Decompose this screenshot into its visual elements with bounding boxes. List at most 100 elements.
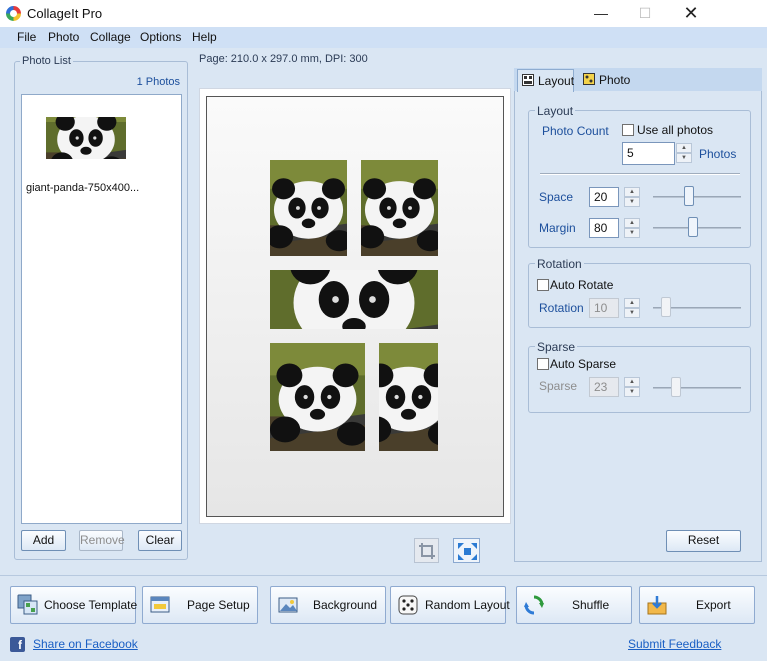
spin-down-icon[interactable]: ▼ [676,153,692,163]
rotation-spinner[interactable]: ▲ ▼ [624,298,640,318]
fit-page-button[interactable] [453,538,480,563]
menu-collage[interactable]: Collage [90,30,131,44]
rotation-input[interactable]: 10 [589,298,619,318]
export-label: Export [696,598,731,612]
photo-count-input[interactable]: 5 [622,142,675,165]
export-icon [647,596,667,615]
maximize-button[interactable]: ☐ [622,0,668,27]
rotation-group-title: Rotation [535,257,584,271]
panda-image [270,343,365,451]
add-button[interactable]: Add [21,530,66,551]
sparse-input[interactable]: 23 [589,377,619,397]
layout-icon [522,74,534,86]
photo-icon [583,73,595,85]
panda-image [270,160,347,256]
auto-rotate-label: Auto Rotate [550,278,614,292]
sparse-spinner[interactable]: ▲ ▼ [624,377,640,397]
collage-photo[interactable] [270,160,347,256]
toolbar-divider [0,575,767,576]
spin-down-icon[interactable]: ▼ [624,197,640,207]
auto-sparse-label: Auto Sparse [550,357,617,371]
sparse-slider[interactable] [653,387,741,389]
page-setup-icon [150,596,170,613]
page-info: Page: 210.0 x 297.0 mm, DPI: 300 [199,53,368,65]
crop-button[interactable] [414,538,439,563]
collage-photo[interactable] [270,343,365,451]
tab-photo-label: Photo [599,73,631,87]
collage-photo[interactable] [361,160,438,256]
dice-icon [398,595,418,615]
expand-icon [458,543,477,560]
spin-up-icon[interactable]: ▲ [676,143,692,153]
auto-sparse-checkbox[interactable] [537,358,549,370]
space-slider[interactable] [653,196,741,198]
submit-feedback-link[interactable]: Submit Feedback [628,637,721,651]
menu-options[interactable]: Options [140,30,181,44]
panda-image [379,343,438,451]
use-all-photos-label: Use all photos [637,123,714,137]
collage-photo[interactable] [379,343,438,451]
spin-down-icon[interactable]: ▼ [624,228,640,238]
panda-image [361,160,438,256]
menu-file[interactable]: File [17,30,36,44]
app-icon [6,6,21,21]
tab-layout[interactable]: Layout [517,69,574,92]
export-button[interactable]: Export [639,586,755,624]
random-layout-button[interactable]: Random Layout [390,586,510,624]
spin-up-icon[interactable]: ▲ [624,218,640,228]
shuffle-button[interactable]: Shuffle [516,586,632,624]
photo-filename: giant-panda-750x400... [26,182,140,194]
panda-image [270,270,438,329]
spin-up-icon[interactable]: ▲ [624,377,640,387]
photo-thumbnail[interactable] [46,117,126,159]
space-spinner[interactable]: ▲ ▼ [624,187,640,207]
collage-photo[interactable] [270,270,438,329]
use-all-photos-checkbox[interactable] [622,124,634,136]
close-button[interactable]: ✕ [668,0,714,27]
photo-count-spinner[interactable]: ▲ ▼ [676,143,692,163]
spin-down-icon[interactable]: ▼ [624,308,640,318]
layout-group-title: Layout [535,104,576,118]
template-icon [17,594,38,615]
photo-list-title: Photo List [20,55,73,67]
clear-button[interactable]: Clear [138,530,182,551]
tab-layout-label: Layout [538,74,575,88]
auto-rotate-checkbox[interactable] [537,279,549,291]
photo-count-label: Photo Count [542,124,609,138]
sparse-group-title: Sparse [535,340,578,354]
choose-template-button[interactable]: Choose Template [10,586,138,624]
space-slider-thumb[interactable] [684,186,695,206]
margin-label: Margin [539,221,576,235]
reset-button[interactable]: Reset [666,530,741,552]
tab-photo[interactable]: Photo [579,69,639,91]
space-input[interactable]: 20 [589,187,619,207]
rotation-slider-thumb[interactable] [660,297,671,317]
space-label: Space [539,190,574,204]
margin-slider-thumb[interactable] [688,217,699,237]
page-setup-label: Page Setup [187,598,250,612]
background-label: Background [313,598,378,612]
sparse-slider-thumb[interactable] [670,377,681,397]
photo-count-label: 1 Photos [136,76,180,88]
facebook-icon[interactable]: f [10,637,25,652]
background-button[interactable]: Background [270,586,386,624]
spin-down-icon[interactable]: ▼ [624,387,640,397]
margin-spinner[interactable]: ▲ ▼ [624,218,640,238]
page-setup-button[interactable]: Page Setup [142,586,258,624]
menu-photo[interactable]: Photo [48,30,79,44]
crop-icon [419,543,435,559]
divider [540,173,740,175]
share-facebook-link[interactable]: Share on Facebook [33,637,138,651]
spin-up-icon[interactable]: ▲ [624,187,640,197]
rotation-group [528,263,751,328]
sparse-label: Sparse [539,379,578,393]
spin-up-icon[interactable]: ▲ [624,298,640,308]
shuffle-label: Shuffle [572,598,610,612]
menu-help[interactable]: Help [192,30,217,44]
choose-template-label: Choose Template [44,598,138,612]
margin-input[interactable]: 80 [589,218,619,238]
remove-button[interactable]: Remove [79,530,125,551]
shuffle-icon [524,595,544,615]
random-layout-label: Random Layout [425,598,510,612]
minimize-button[interactable]: — [578,0,624,27]
